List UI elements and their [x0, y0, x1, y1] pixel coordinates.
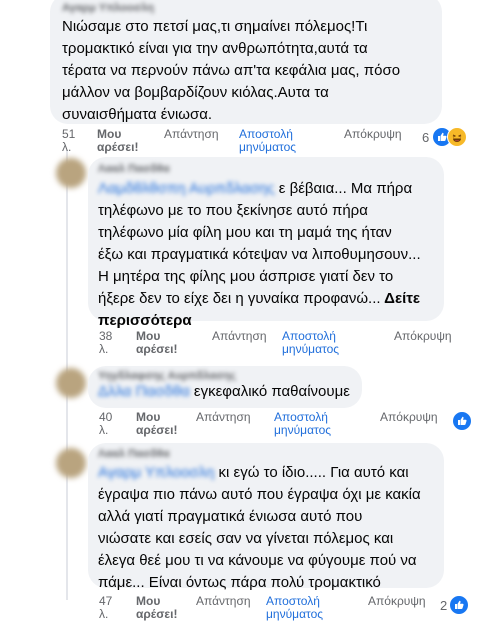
- avatar[interactable]: [56, 368, 86, 398]
- comment-bubble: Υηγδλαφσης Αυρπδλασης Δλλα Πασδθα εγκεφα…: [88, 366, 362, 408]
- comment-bubble: Λααλ Πασδθα Αγαρμ Υπλοοσλη κι εγώ το ίδι…: [88, 443, 444, 591]
- reply-button[interactable]: Απάντηση: [196, 595, 251, 608]
- send-message-button[interactable]: Αποστολή μηνύματος: [274, 411, 331, 437]
- reaction-summary[interactable]: 2: [440, 595, 470, 615]
- comment-time[interactable]: 47 λ.: [99, 595, 112, 621]
- comment-author[interactable]: Λααλ Πασδθα: [98, 448, 170, 460]
- reaction-summary[interactable]: 6: [422, 127, 468, 147]
- mention-link[interactable]: Αγαρμ Υπλοοσλη: [98, 464, 214, 481]
- mention-link[interactable]: Λαμδθλθσπη Αυρπδλασης: [98, 180, 275, 197]
- comment-time[interactable]: 51 λ.: [62, 128, 75, 154]
- hide-button[interactable]: Απόκρυψη: [394, 330, 452, 343]
- like-button[interactable]: Μου αρέσει!: [97, 128, 138, 154]
- comment-author[interactable]: Λααλ Πασδθα: [98, 163, 170, 175]
- comment-text: τηλέφωνο με το που ξεκίνησε αυτό πήρα τη…: [98, 202, 421, 329]
- comment-text: έγραψα πιο πάνω αυτό που έγραψα όχι με κ…: [98, 486, 421, 591]
- hide-button[interactable]: Απόκρυψη: [344, 128, 402, 141]
- like-button[interactable]: Μου αρέσει!: [136, 330, 177, 356]
- mention-link[interactable]: Δλλα Πασδθα: [98, 383, 190, 400]
- see-more-link[interactable]: Δείτε περισσότερα: [98, 290, 420, 329]
- comment-text-start: κι εγώ το ίδιο..... Για αυτό και: [214, 464, 409, 481]
- avatar[interactable]: [56, 158, 86, 188]
- comment-author[interactable]: Αγαρμ Υπλοοσλη: [62, 2, 154, 14]
- send-message-button[interactable]: Αποστολή μηνύματος: [266, 595, 323, 621]
- reply-button[interactable]: Απάντηση: [164, 128, 219, 141]
- comment-text: εγκεφαλικό παθαίνουμε: [189, 383, 350, 400]
- hide-button[interactable]: Απόκρυψη: [368, 595, 426, 608]
- comment-text-start: ε βέβαια... Μα πήρα: [274, 180, 413, 197]
- like-reaction-icon: [449, 595, 470, 615]
- like-button[interactable]: Μου αρέσει!: [136, 411, 177, 437]
- reply-button[interactable]: Απάντηση: [196, 411, 251, 424]
- comment-time[interactable]: 40 λ.: [99, 411, 112, 437]
- like-button[interactable]: Μου αρέσει!: [136, 595, 177, 621]
- reaction-summary[interactable]: [452, 411, 472, 431]
- comment-text: Νιώσαμε στο πετσί μας,τι σημαίνει πόλεμο…: [62, 18, 401, 123]
- send-message-button[interactable]: Αποστολή μηνύματος: [282, 330, 339, 356]
- comment-first-line: Λαμδθλθσπη Αυρπδλασης ε βέβαια... Μα πήρ…: [98, 178, 412, 200]
- comment-bubble: Αγαρμ Υπλοοσλη Νιώσαμε στο πετσί μας,τι …: [50, 0, 442, 124]
- comment-bubble: Λααλ Πασδθα Λαμδθλθσπη Αυρπδλασης ε βέβα…: [88, 157, 444, 329]
- send-message-button[interactable]: Αποστολή μηνύματος: [239, 128, 296, 154]
- reaction-count: 6: [422, 129, 430, 145]
- haha-reaction-icon: [447, 127, 468, 147]
- reply-button[interactable]: Απάντηση: [212, 330, 267, 343]
- like-reaction-icon: [452, 411, 472, 431]
- comment-first-line: Δλλα Πασδθα εγκεφαλικό παθαίνουμε: [98, 381, 350, 403]
- reaction-count: 2: [440, 597, 448, 613]
- comment-time[interactable]: 38 λ.: [99, 330, 112, 356]
- comment-first-line: Αγαρμ Υπλοοσλη κι εγώ το ίδιο..... Για α…: [98, 462, 409, 484]
- hide-button[interactable]: Απόκρυψη: [380, 411, 438, 424]
- avatar[interactable]: [56, 448, 86, 478]
